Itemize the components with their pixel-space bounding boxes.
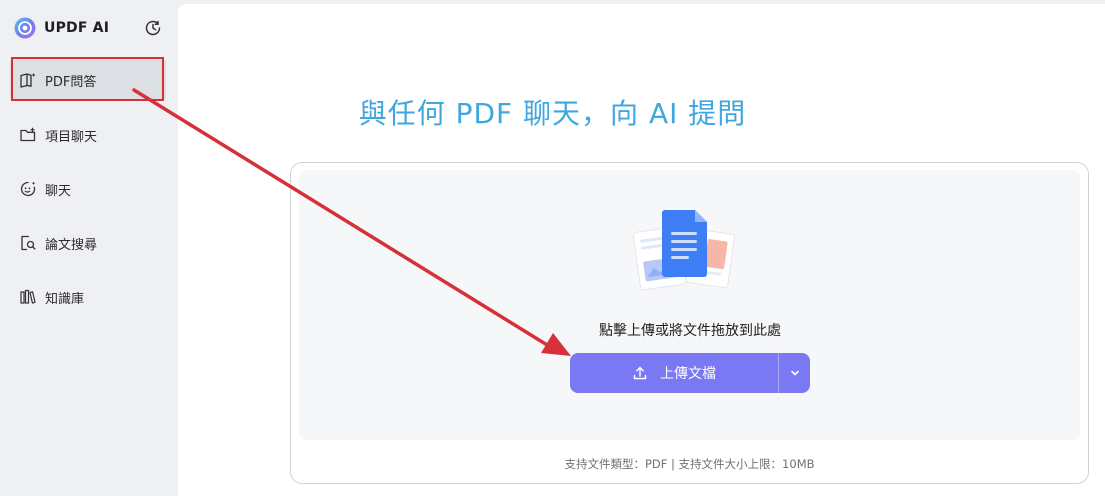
upload-icon (633, 366, 647, 380)
history-clock-icon[interactable] (143, 18, 163, 38)
sidebar: UPDF AI PDF問答 項目聊天 聊天 論文搜尋 知識庫 (0, 0, 176, 496)
chat-face-icon (19, 180, 37, 198)
book-sparkle-icon (19, 71, 37, 89)
upload-button-group: 上傳文檔 (570, 353, 810, 393)
sidebar-item-knowledge-base[interactable]: 知識庫 (10, 276, 166, 318)
sidebar-item-paper-search[interactable]: 論文搜尋 (10, 222, 166, 264)
sidebar-item-chat[interactable]: 聊天 (10, 168, 166, 210)
documents-illustration-icon (632, 210, 735, 291)
updf-logo-icon (14, 17, 36, 39)
sidebar-item-label: 論文搜尋 (45, 237, 98, 253)
brand: UPDF AI (14, 16, 109, 40)
document-search-icon (19, 234, 37, 252)
sidebar-item-label: PDF問答 (45, 74, 97, 90)
dropzone-hint: 點擊上傳或將文件拖放到此處 (599, 323, 781, 339)
upload-button-label: 上傳文檔 (660, 366, 716, 382)
brand-name: UPDF AI (44, 20, 110, 36)
page-title: 與任何 PDF 聊天，向 AI 提問 (358, 97, 747, 130)
support-note: 支持文件類型：PDF | 支持文件大小上限：10MB (564, 457, 815, 471)
sidebar-item-label: 知識庫 (45, 291, 85, 307)
library-icon (19, 288, 37, 306)
sidebar-item-label: 聊天 (45, 183, 72, 199)
chevron-down-icon (790, 370, 799, 376)
upload-options-dropdown[interactable] (779, 353, 810, 393)
upload-document-button[interactable]: 上傳文檔 (570, 353, 778, 393)
